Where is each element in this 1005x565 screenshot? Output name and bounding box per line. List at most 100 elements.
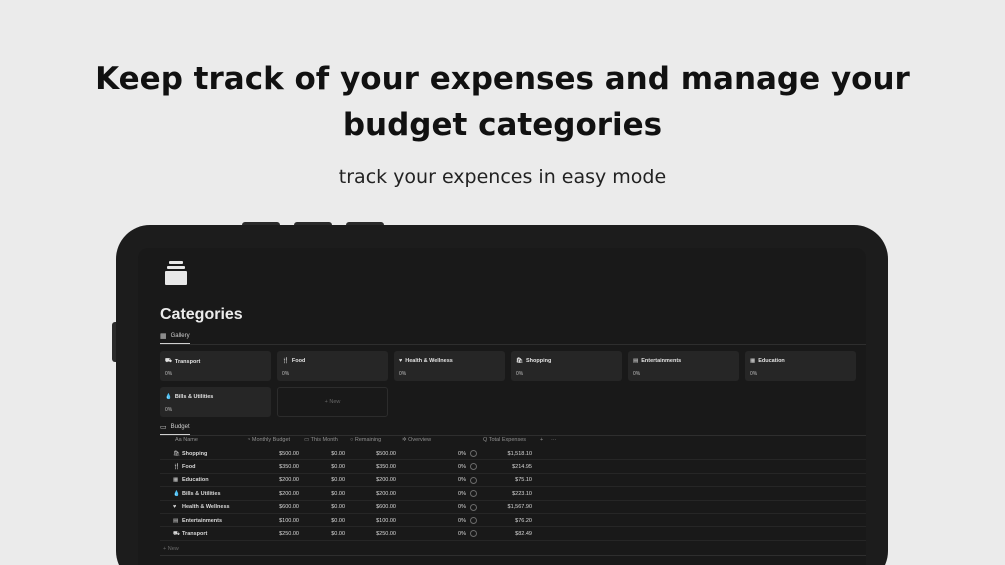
col-remaining-header[interactable]: ○ Remaining: [350, 437, 381, 443]
col-name-header[interactable]: Aa Name: [175, 437, 198, 443]
card-name: Food: [291, 358, 306, 364]
table-row[interactable]: ▦ Education $200.00 $0.00 $200.00 0% $75.10: [160, 474, 866, 488]
row-monthly-budget: $200.00: [279, 477, 299, 484]
row-name: Education: [182, 477, 209, 484]
progress-ring: [470, 463, 477, 471]
progress-ring: [470, 476, 477, 484]
card-percent: 0%: [165, 407, 173, 413]
card-shopping[interactable]: 🛍 Shopping 0%: [511, 351, 622, 381]
row-total-expenses: $82.49: [515, 530, 532, 537]
row-monthly-budget: $250.00: [279, 530, 299, 537]
divider: [160, 555, 866, 556]
card-name: Transport: [174, 358, 201, 365]
new-label: + New: [324, 399, 341, 405]
row-remaining: $100.00: [376, 517, 396, 524]
row-total-expenses: $1,567.90: [507, 504, 532, 511]
bus-icon: ⛟: [165, 358, 172, 364]
hero-subline: track your expences in easy mode: [338, 166, 667, 188]
row-monthly-budget: $100.00: [279, 517, 299, 524]
row-percent: 0%: [458, 477, 466, 484]
archive-icon: [165, 261, 187, 285]
row-remaining: $350.00: [376, 463, 396, 470]
card-percent: 0%: [399, 371, 407, 377]
progress-ring: [470, 490, 477, 498]
card-percent: 0%: [516, 371, 524, 377]
row-this-month: $0.00: [331, 450, 345, 457]
fork-knife-icon: 🍴: [173, 463, 180, 470]
col-monthly-budget-header[interactable]: ◔ Monthly Budget: [247, 437, 290, 443]
row-name: Shopping: [182, 450, 208, 457]
tab-gallery[interactable]: ▦ Gallery: [160, 332, 190, 344]
row-name: Entertainments: [182, 517, 223, 524]
gallery-new-button[interactable]: + New: [277, 387, 388, 417]
tab-budget-label: Budget: [170, 424, 190, 430]
row-percent: 0%: [458, 530, 466, 537]
page-title: Categories: [160, 306, 243, 323]
add-column-button[interactable]: +: [540, 437, 543, 443]
row-percent: 0%: [458, 450, 466, 457]
row-this-month: $0.00: [331, 490, 345, 497]
table-row[interactable]: 🍴 Food $350.00 $0.00 $350.00 0% $214.95: [160, 460, 866, 474]
table-row[interactable]: 💧 Bills & Utilities $200.00 $0.00 $200.00 0% $…: [160, 487, 866, 501]
gallery-icon: ▦: [160, 333, 167, 340]
drop-icon: 💧: [165, 394, 172, 400]
row-percent: 0%: [458, 517, 466, 524]
film-icon: ▤: [633, 358, 639, 364]
hero-headline: Keep track of your expenses and manage y…: [0, 56, 1005, 148]
row-percent: 0%: [458, 463, 466, 470]
heart-icon: ♥: [173, 504, 177, 511]
table-new-row-button[interactable]: + New: [163, 546, 179, 552]
fork-knife-icon: 🍴: [282, 358, 289, 364]
book-icon: ▦: [750, 358, 756, 364]
drop-icon: 💧: [173, 490, 180, 497]
card-percent: 0%: [750, 371, 758, 377]
row-name: Food: [182, 463, 196, 470]
card-bills-utilities[interactable]: 💧 Bills & Utilities 0%: [160, 387, 271, 417]
card-name: Education: [758, 358, 785, 364]
row-remaining: $200.00: [376, 490, 396, 497]
card-name: Health & Wellness: [405, 358, 453, 364]
tab-gallery-label: Gallery: [170, 333, 190, 339]
progress-ring: [470, 503, 477, 511]
row-monthly-budget: $500.00: [279, 450, 299, 457]
app-screen: Categories ▦ Gallery ⛟ Transport 0% 🍴 Food…: [138, 248, 866, 565]
table-row[interactable]: 🛍 Shopping $500.00 $0.00 $500.00 0% $1,518.10: [160, 447, 866, 461]
shopping-bag-icon: 🛍: [173, 450, 180, 457]
row-monthly-budget: $200.00: [279, 490, 299, 497]
card-percent: 0%: [282, 371, 290, 377]
row-remaining: $250.00: [376, 530, 396, 537]
row-total-expenses: $1,518.10: [507, 450, 532, 457]
row-remaining: $600.00: [376, 504, 396, 511]
heart-icon: ♥: [399, 358, 403, 364]
progress-ring: [470, 517, 477, 524]
card-transport[interactable]: ⛟ Transport 0%: [160, 351, 271, 381]
card-food[interactable]: 🍴 Food 0%: [277, 351, 388, 381]
row-monthly-budget: $600.00: [279, 504, 299, 511]
card-health-wellness[interactable]: ♥ Health & Wellness 0%: [394, 351, 505, 381]
row-total-expenses: $214.95: [512, 463, 532, 470]
progress-ring: [470, 450, 477, 457]
row-total-expenses: $223.10: [512, 490, 532, 497]
row-this-month: $0.00: [331, 530, 345, 537]
row-percent: 0%: [458, 490, 466, 497]
table-row[interactable]: ⛟ Transport $250.00 $0.00 $250.00 0% $82.49: [160, 527, 866, 541]
progress-ring: [470, 530, 477, 538]
table-header: Aa Name ◔ Monthly Budget ▭ This Month ○ …: [160, 434, 866, 446]
col-this-month-header[interactable]: ▭ This Month: [304, 437, 338, 443]
row-remaining: $200.00: [376, 477, 396, 484]
card-entertainments[interactable]: ▤ Entertainments 0%: [628, 351, 739, 381]
card-education[interactable]: ▦ Education 0%: [745, 351, 856, 381]
table-row[interactable]: ▤ Entertainments $100.00 $0.00 $100.00 0% $76.…: [160, 514, 866, 528]
shopping-bag-icon: 🛍: [516, 358, 523, 364]
col-total-expenses-header[interactable]: Q Total Expenses: [483, 437, 526, 443]
divider: [160, 344, 866, 345]
table-row[interactable]: ♥ Health & Wellness $600.00 $0.00 $600.00 0% $…: [160, 501, 866, 514]
hero-headline-line2: budget categories: [342, 107, 663, 143]
film-icon: ▤: [173, 517, 179, 524]
row-total-expenses: $76.20: [515, 517, 532, 524]
col-overview-header[interactable]: ✲ Overview: [402, 437, 431, 443]
card-name: Bills & Utilities: [174, 394, 214, 400]
row-monthly-budget: $350.00: [279, 463, 299, 470]
more-options-button[interactable]: ···: [551, 437, 557, 443]
wallet-icon: ▭: [160, 424, 167, 431]
